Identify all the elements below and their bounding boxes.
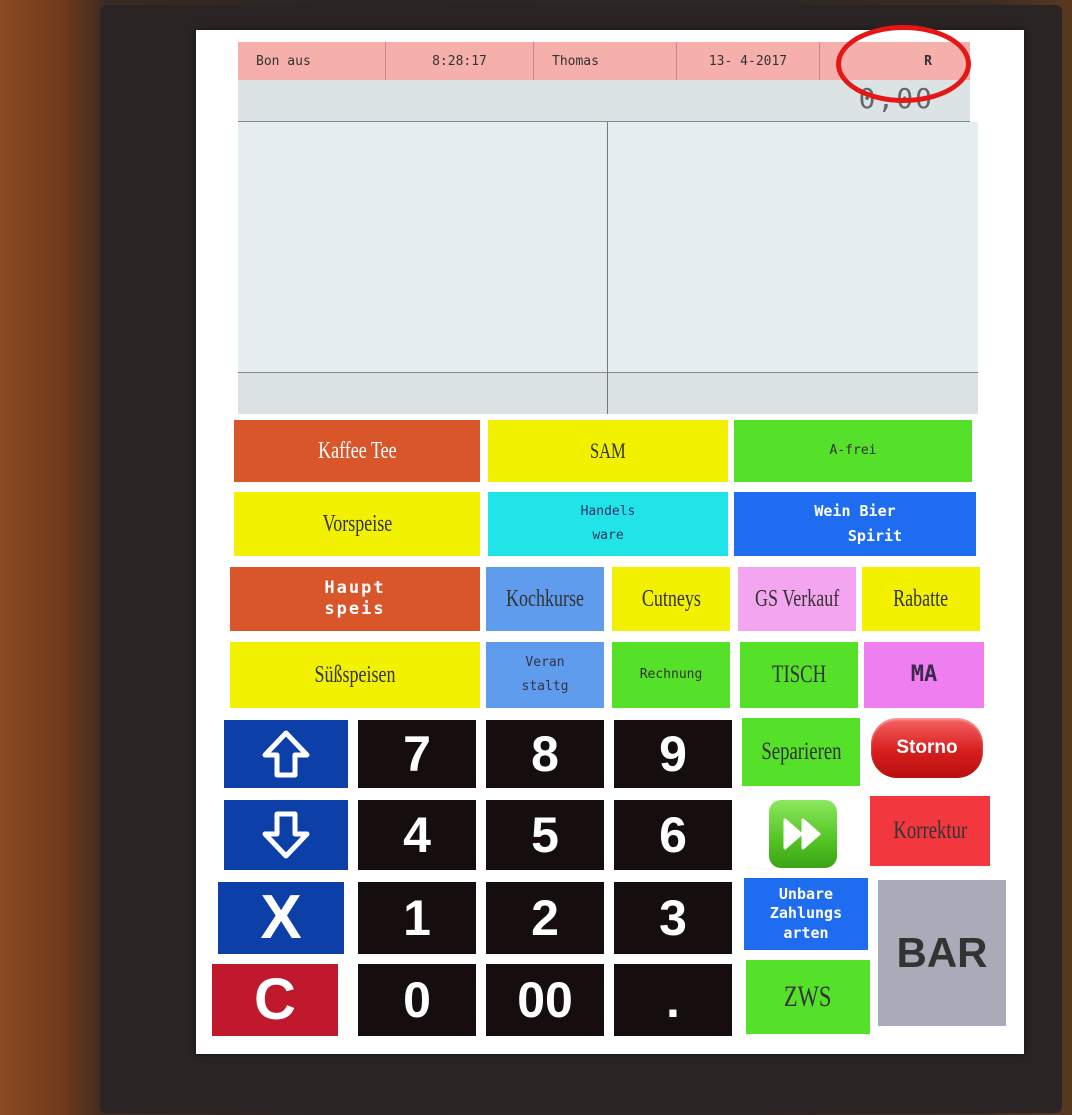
category-handelsware-label-2: ware [592, 528, 624, 543]
category-hauptspeis-button[interactable]: Haupt speis [230, 567, 480, 631]
clear-button[interactable]: C [212, 964, 338, 1036]
separieren-label: Separieren [760, 738, 842, 766]
highlight-circle [836, 25, 971, 103]
pos-screen: Bon aus 8:28:17 Thomas 13- 4-2017 R 0,00… [196, 25, 1024, 1054]
unbare-zahlungsarten-button[interactable]: Unbare Zahlungs arten [744, 878, 868, 950]
arrow-down-icon [262, 811, 310, 859]
category-vorspeise-button[interactable]: Vorspeise [234, 492, 480, 556]
date: 13- 4-2017 [677, 42, 820, 80]
receipt-panel-left [238, 122, 608, 372]
category-cutneys-button[interactable]: Cutneys [612, 567, 730, 631]
clock: 8:28:17 [386, 42, 534, 80]
category-hauptspeis-label-2: speis [324, 599, 386, 619]
multiply-button[interactable]: X [218, 882, 344, 954]
category-veranstaltg-button[interactable]: Veran staltg [486, 642, 604, 708]
category-handelsware-button[interactable]: Handels ware [488, 492, 728, 556]
key-1[interactable]: 1 [358, 882, 476, 954]
scroll-down-button[interactable] [224, 800, 348, 870]
arrow-up-icon [262, 730, 310, 778]
scroll-up-button[interactable] [224, 720, 348, 788]
category-handelsware-label-1: Handels [580, 503, 636, 519]
category-hauptspeis-label-1: Haupt [324, 577, 386, 598]
category-wein-bier-spirit-button[interactable]: Wein Bier Spirit [734, 492, 976, 556]
ma-label: MA [910, 662, 938, 688]
korrektur-label: Korrektur [893, 817, 967, 845]
tisch-button[interactable]: TISCH [740, 642, 858, 708]
unbare-label-1: Unbare [778, 884, 834, 903]
category-kochkurse-button[interactable]: Kochkurse [486, 567, 604, 631]
tisch-label: TISCH [771, 661, 827, 689]
storno-button[interactable]: Storno [871, 718, 983, 778]
category-rabatte-label: Rabatte [893, 586, 949, 612]
category-veranstaltg-label-1: Veran [525, 654, 565, 670]
category-kaffee-tee-button[interactable]: Kaffee Tee [234, 420, 480, 482]
zws-button[interactable]: ZWS [746, 960, 870, 1034]
key-8[interactable]: 8 [486, 720, 604, 788]
rechnung-label: Rechnung [639, 666, 703, 682]
category-sam-button[interactable]: SAM [488, 420, 728, 482]
category-a-frei-button[interactable]: A-frei [734, 420, 972, 482]
category-wein-label-2: Spirit [847, 527, 903, 545]
key-3[interactable]: 3 [614, 882, 732, 954]
key-6[interactable]: 6 [614, 800, 732, 870]
category-a-frei-label: A-frei [829, 442, 877, 458]
unbare-label-3: arten [783, 923, 829, 942]
key-7[interactable]: 7 [358, 720, 476, 788]
key-5[interactable]: 5 [486, 800, 604, 870]
fast-forward-icon [783, 818, 821, 850]
category-rabatte-button[interactable]: Rabatte [862, 567, 980, 631]
category-kaffee-tee-label: Kaffee Tee [317, 438, 397, 464]
key-9[interactable]: 9 [614, 720, 732, 788]
receipt-panel-right [608, 122, 978, 372]
category-cutneys-label: Cutneys [641, 586, 701, 612]
bon-status[interactable]: Bon aus [238, 42, 386, 80]
unbare-label-2: Zahlungs [769, 904, 843, 923]
category-suessspeisen-button[interactable]: Süßspeisen [230, 642, 480, 708]
korrektur-button[interactable]: Korrektur [870, 796, 990, 866]
key-0[interactable]: 0 [358, 964, 476, 1036]
rechnung-button[interactable]: Rechnung [612, 642, 730, 708]
key-2[interactable]: 2 [486, 882, 604, 954]
key-00[interactable]: 00 [486, 964, 604, 1036]
zws-label: ZWS [784, 980, 832, 1014]
receipt-footer-right [608, 372, 978, 414]
category-gs-verkauf-label: GS Verkauf [754, 586, 840, 612]
category-wein-label-1: Wein Bier [814, 502, 896, 521]
category-gs-verkauf-button[interactable]: GS Verkauf [738, 567, 856, 631]
category-suessspeisen-label: Süßspeisen [314, 662, 396, 688]
category-sam-label: SAM [590, 438, 626, 464]
key-decimal[interactable]: . [614, 964, 732, 1036]
category-vorspeise-label: Vorspeise [322, 511, 392, 537]
user-name: Thomas [534, 42, 677, 80]
category-veranstaltg-label-2: staltg [521, 679, 569, 694]
ma-button[interactable]: MA [864, 642, 984, 708]
separieren-button[interactable]: Separieren [742, 718, 860, 786]
forward-button[interactable] [769, 800, 837, 868]
category-kochkurse-label: Kochkurse [506, 586, 584, 612]
receipt-footer-left [238, 372, 608, 414]
key-4[interactable]: 4 [358, 800, 476, 870]
bar-payment-button[interactable]: BAR [878, 880, 1006, 1026]
